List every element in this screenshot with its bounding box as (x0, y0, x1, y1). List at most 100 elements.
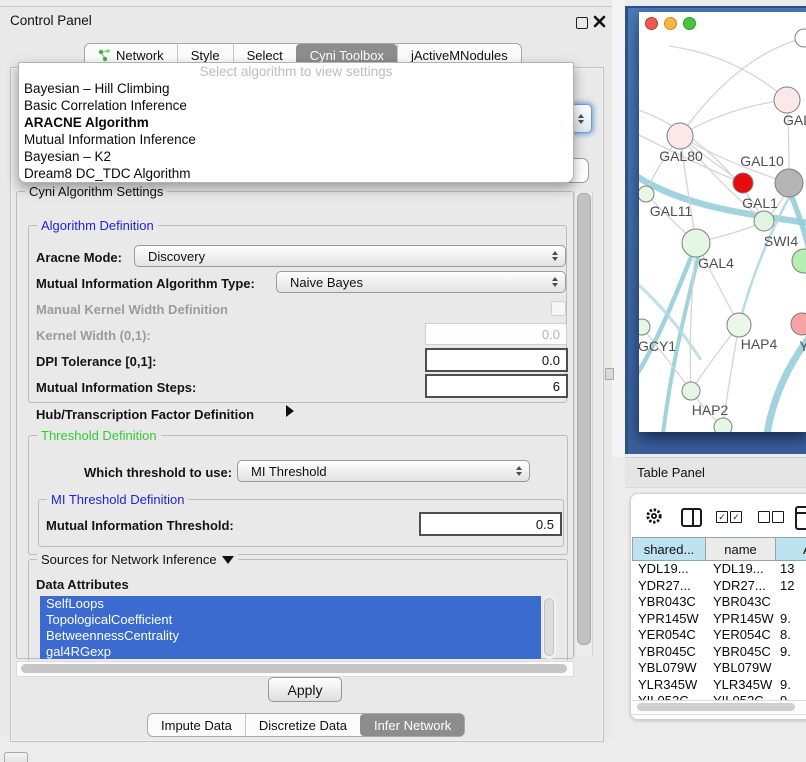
collapse-sources-icon[interactable] (222, 556, 234, 564)
algorithm-dropdown-popup: Select algorithm to view settings Bayesi… (18, 62, 574, 183)
node-label-gal1: GAL1 (742, 195, 778, 211)
column-header-partial[interactable]: A (775, 537, 806, 561)
unchecked-checkbox-icon[interactable] (772, 511, 784, 523)
network-node-gal80[interactable] (667, 123, 693, 149)
aracne-mode-label: Aracne Mode: (36, 250, 122, 265)
zoom-traffic-light[interactable] (683, 17, 696, 30)
table-row[interactable]: YLR345WYLR345W9. (632, 677, 806, 694)
table-row[interactable]: YPR145WYPR145W9. (632, 611, 806, 628)
column-visibility-icon[interactable] (681, 508, 702, 527)
network-node-bright-green[interactable] (792, 249, 806, 273)
dropdown-item-selected[interactable]: ARACNE Algorithm (19, 114, 573, 131)
settings-group-title: Cyni Algorithm Settings (25, 184, 167, 199)
attribute-item-selected[interactable]: TopologicalCoefficient (40, 612, 541, 628)
float-window-icon[interactable] (576, 17, 588, 29)
collapsed-panel-button[interactable] (4, 752, 28, 762)
network-icon (98, 49, 111, 62)
screen: Control Panel Network Style Select Cyni … (0, 0, 806, 762)
dropdown-item[interactable]: Mutual Information Inference (19, 131, 573, 148)
network-canvas[interactable]: GAL80 GAL10 GAL11 GAL1 SWI4 GAL4 GCY1 HA… (639, 12, 806, 432)
table-grid-icon[interactable] (795, 506, 806, 530)
network-node-gal1[interactable] (754, 211, 774, 231)
node-label-hap4: HAP4 (741, 336, 778, 352)
column-header-shared-name[interactable]: shared... (632, 537, 706, 561)
node-label-swi4: SWI4 (764, 233, 798, 249)
close-icon[interactable] (593, 15, 606, 28)
manual-kernel-checkbox[interactable] (551, 301, 566, 316)
table-row[interactable]: YER054CYER054C8. (632, 627, 806, 644)
network-node-hap4[interactable] (727, 313, 751, 337)
table-settings-gear-icon[interactable] (645, 507, 663, 525)
dropdown-item[interactable]: Dream8 DC_TDC Algorithm (19, 165, 573, 182)
mi-type-label: Mutual Information Algorithm Type: (36, 276, 255, 291)
network-node-gray[interactable] (775, 169, 803, 197)
tab-network-label: Network (116, 48, 164, 63)
expand-hub-section-icon[interactable] (286, 405, 294, 417)
table-row[interactable]: YBR045CYBR045C9. (632, 644, 806, 661)
close-traffic-light[interactable] (645, 17, 658, 30)
table-row[interactable]: YBL079WYBL079W (632, 660, 806, 677)
mi-type-value: Naive Bayes (290, 275, 363, 290)
network-node-gcy1[interactable] (639, 319, 650, 335)
attribute-item-selected[interactable]: SelfLoops (40, 596, 541, 612)
algorithm-combo-arrow[interactable] (571, 104, 592, 133)
table-row[interactable]: YDR27...YDR27...12 (632, 578, 806, 595)
dpi-tolerance-input[interactable]: 0.0 (425, 348, 568, 372)
table-row[interactable]: YBR043CYBR043C (632, 594, 806, 611)
node-label-gal4: GAL4 (698, 255, 734, 271)
algorithm-definition-title: Algorithm Definition (37, 218, 158, 233)
network-view-frame[interactable]: GAL80 GAL10 GAL11 GAL1 SWI4 GAL4 GCY1 HA… (625, 6, 806, 454)
attribute-list-scrollbar[interactable] (543, 596, 556, 659)
control-panel-title: Control Panel (10, 13, 92, 28)
kernel-width-input[interactable]: 0.0 (425, 323, 567, 345)
kernel-width-label: Kernel Width (0,1): (36, 328, 151, 343)
table-hscroll-thumb[interactable] (637, 703, 795, 711)
mi-steps-input[interactable]: 6 (425, 374, 568, 398)
network-node-gal[interactable] (774, 87, 800, 113)
dropdown-item[interactable]: Bayesian – Hill Climbing (19, 80, 573, 97)
settings-horizontal-scrollbar[interactable] (16, 661, 574, 677)
panel-splitter-handle[interactable] (605, 368, 614, 380)
table-row[interactable]: YIL052CYIL052C9 (632, 693, 806, 700)
tab-infer-network[interactable]: Infer Network (360, 714, 464, 736)
network-node-gal11[interactable] (639, 186, 654, 202)
network-node-salmon[interactable] (791, 313, 806, 335)
attribute-item-selected[interactable]: gal4RGexp (40, 644, 541, 659)
hscroll-thumb[interactable] (21, 664, 567, 673)
node-label-gal11: GAL11 (650, 203, 693, 219)
node-label-y-partial: Y (799, 338, 806, 354)
network-node-hap2[interactable] (682, 382, 700, 400)
network-node-bottom[interactable] (714, 418, 732, 432)
mi-type-combo[interactable]: Naive Bayes (276, 271, 566, 293)
network-node-partial[interactable] (795, 29, 806, 47)
node-label-gal10: GAL10 (740, 153, 784, 169)
unchecked-checkbox-icon[interactable] (758, 511, 770, 523)
stepper-arrows-icon (552, 251, 558, 261)
sources-title: Sources for Network Inference (37, 552, 238, 567)
dropdown-item[interactable]: Bayesian – K2 (19, 148, 573, 165)
data-attributes-list[interactable]: SelfLoops TopologicalCoefficient Between… (40, 596, 541, 659)
table-row[interactable]: YDL19...YDL19...13 (632, 561, 806, 578)
network-graph (639, 12, 806, 432)
network-node-red[interactable] (733, 173, 753, 193)
column-header-name[interactable]: name (705, 537, 776, 561)
mi-threshold-input[interactable]: 0.5 (419, 512, 562, 536)
stepper-arrows-icon (578, 114, 584, 124)
aracne-mode-combo[interactable]: Discovery (134, 245, 566, 267)
minimize-traffic-light[interactable] (664, 17, 677, 30)
apply-button[interactable]: Apply (268, 677, 342, 702)
tab-impute-data[interactable]: Impute Data (148, 714, 245, 736)
mi-threshold-definition-title: MI Threshold Definition (47, 492, 188, 507)
checked-checkbox-icon[interactable]: ✓ (730, 511, 742, 523)
tab-discretize-data[interactable]: Discretize Data (245, 714, 360, 736)
dropdown-item[interactable]: Basic Correlation Inference (19, 97, 573, 114)
table-panel-title: Table Panel (637, 465, 705, 480)
checked-checkbox-icon[interactable]: ✓ (716, 511, 728, 523)
settings-vertical-scrollbar[interactable] (574, 191, 593, 657)
threshold-definition-title: Threshold Definition (37, 428, 161, 443)
table-horizontal-scrollbar[interactable] (632, 700, 806, 715)
vscroll-thumb[interactable] (577, 193, 591, 645)
network-node-gal4[interactable] (682, 229, 710, 257)
which-threshold-combo[interactable]: MI Threshold (237, 460, 530, 482)
attribute-item-selected[interactable]: BetweennessCentrality (40, 628, 541, 644)
